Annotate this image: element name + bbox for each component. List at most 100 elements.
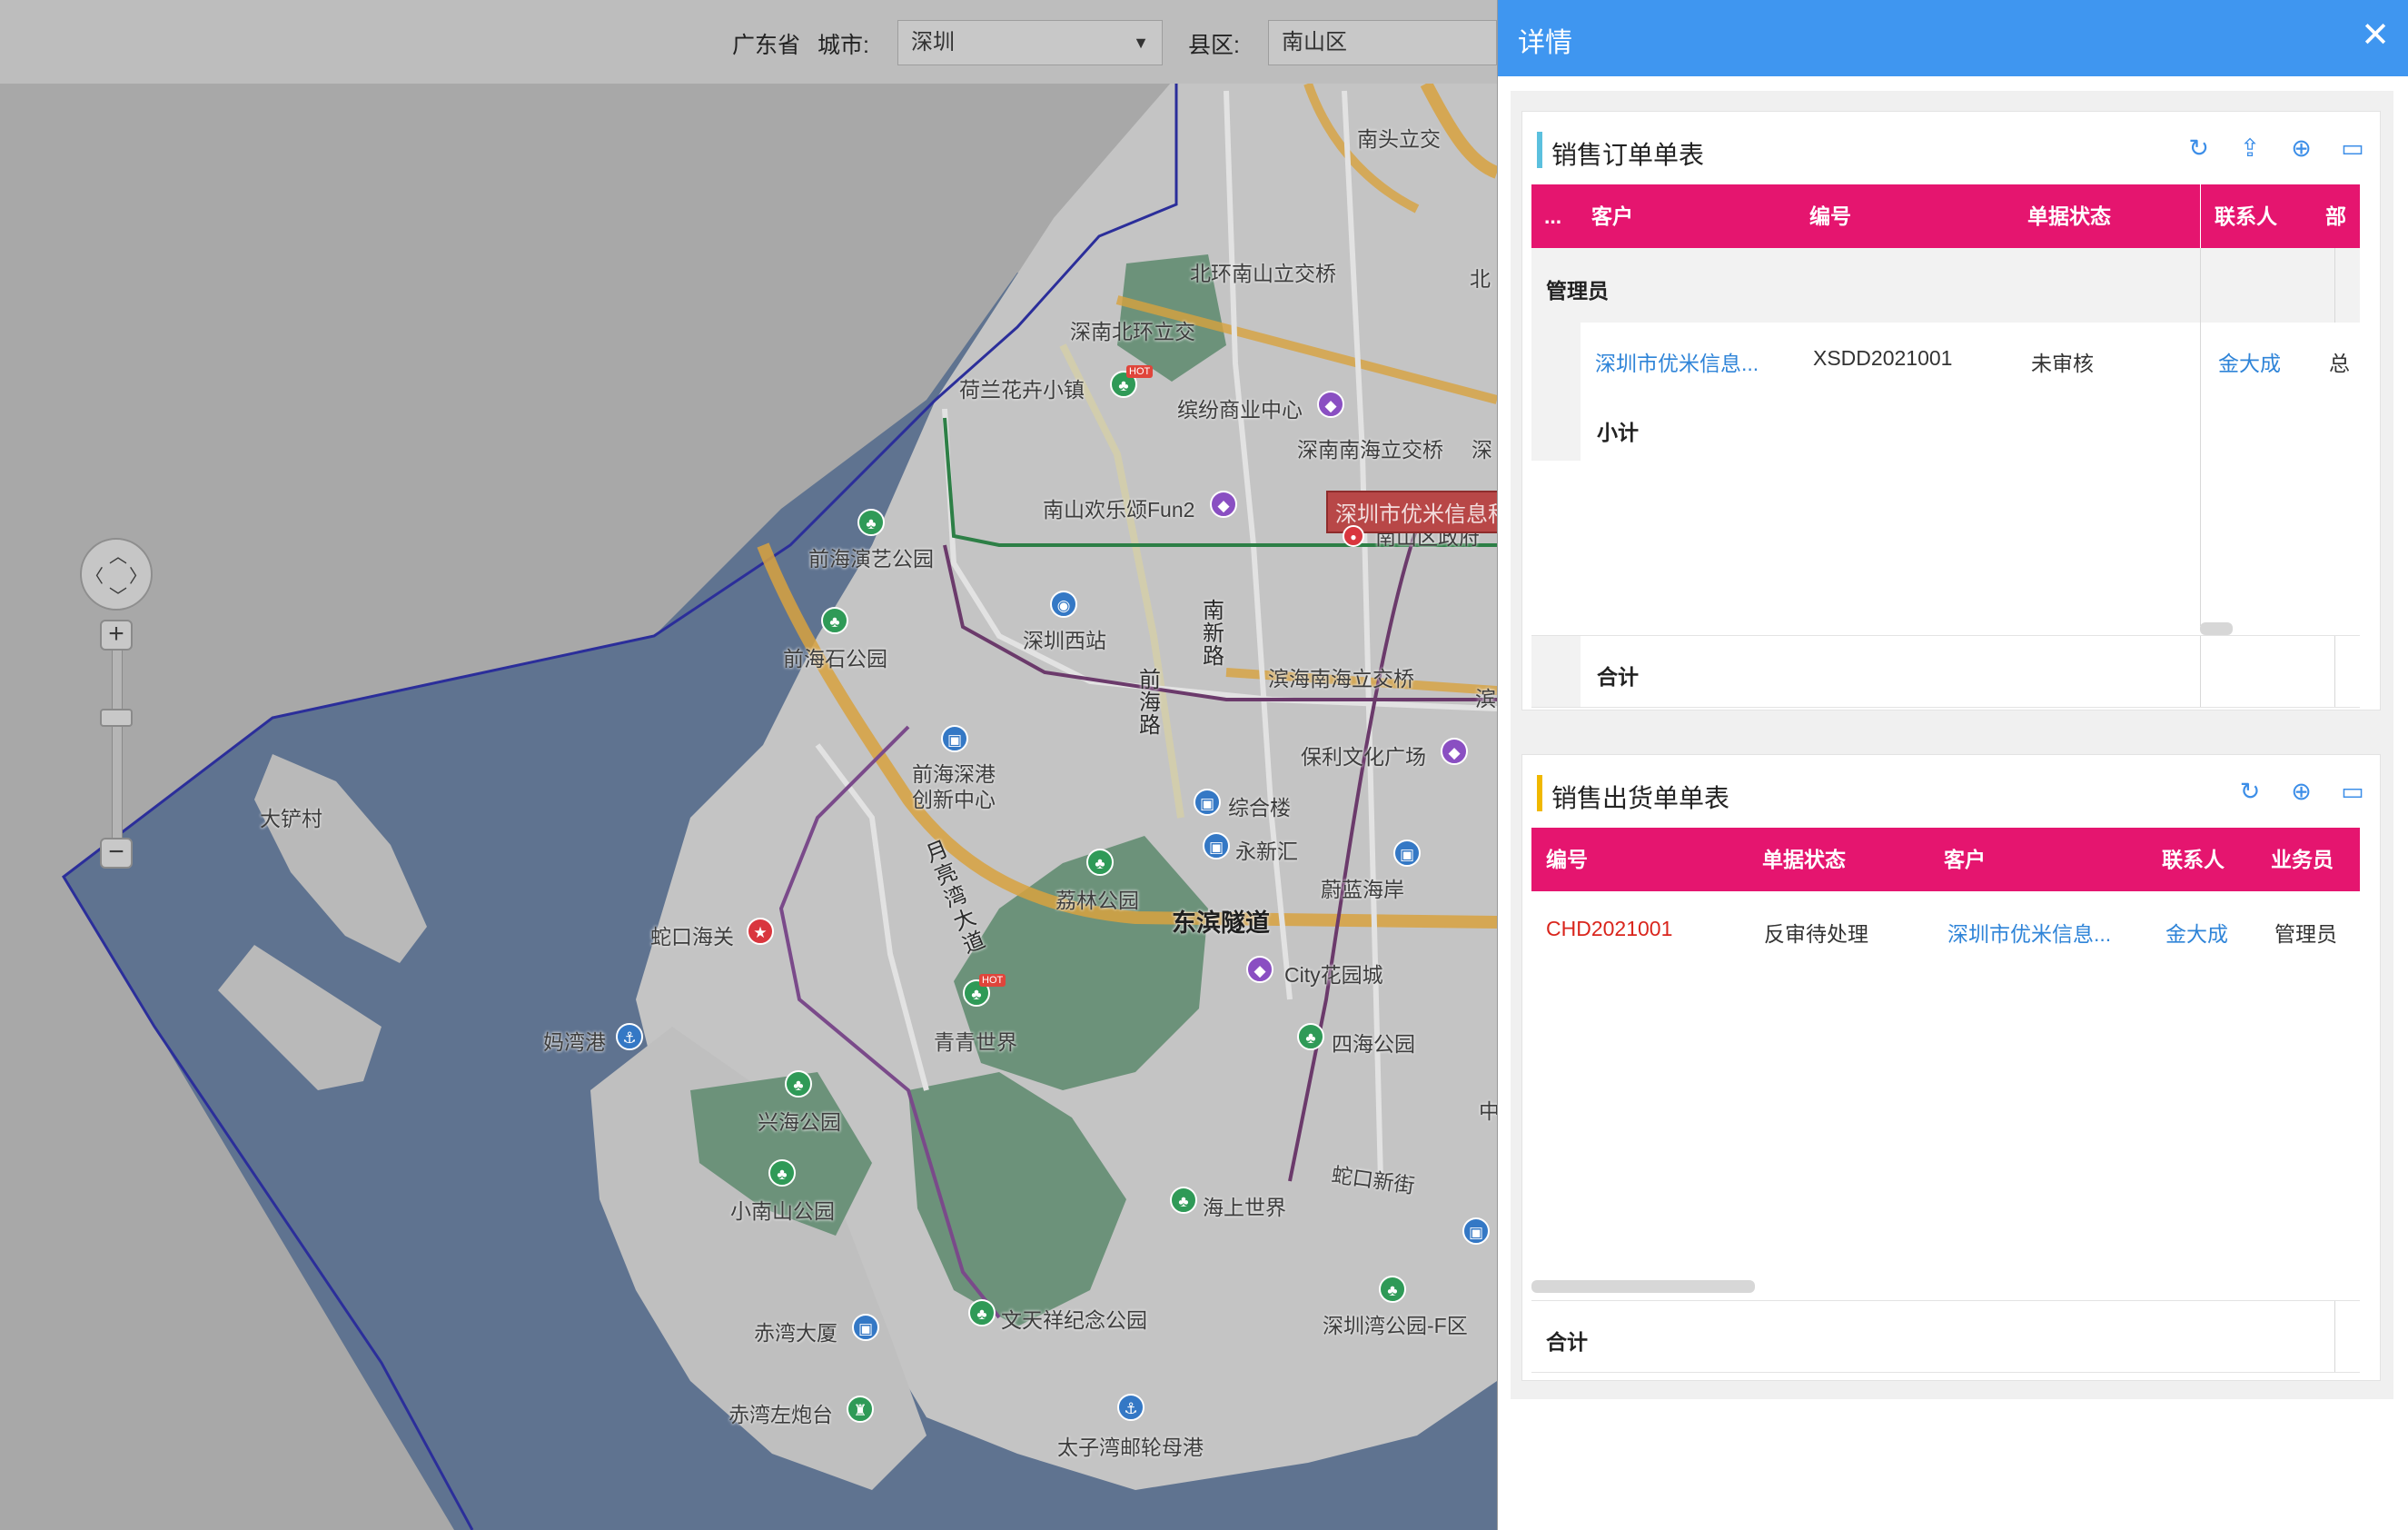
card-accent-bar (1537, 132, 1542, 168)
zoom-slider-handle[interactable] (100, 709, 133, 727)
customs-marker-icon[interactable]: ★ (747, 918, 774, 945)
shopping-marker-icon[interactable]: ◆ (1317, 391, 1344, 418)
column-header-status[interactable]: 单据状态 (2027, 184, 2111, 248)
map-pan-control[interactable]: ︿ ﹀ 〈 〉 (80, 538, 153, 611)
maximize-icon[interactable]: ▭ (2334, 775, 2371, 808)
port-marker-icon[interactable]: ⚓ (616, 1023, 643, 1050)
map-label: 深南北环立交 (1070, 320, 1195, 343)
park-marker-icon[interactable]: ♣ (768, 1159, 796, 1187)
map-label: 蔚蓝海岸 (1321, 878, 1404, 901)
map-label: 海上世界 (1203, 1196, 1286, 1219)
park-marker-icon[interactable]: ♣ (821, 607, 848, 634)
sales-delivery-title: 销售出货单单表 (1551, 784, 1730, 812)
shopping-marker-icon[interactable]: ◆ (1210, 491, 1237, 518)
shopping-marker-icon[interactable]: ◆ (1246, 956, 1273, 983)
park-marker-icon[interactable]: ♣ (1379, 1276, 1406, 1303)
zoom-slider-track[interactable] (112, 627, 123, 856)
pan-down-icon[interactable]: ﹀ (109, 581, 127, 608)
district-select[interactable]: 南山区 (1268, 20, 1497, 65)
port-marker-icon[interactable]: ⚓ (1117, 1394, 1145, 1421)
add-icon[interactable]: ⊕ (2284, 775, 2320, 808)
subtotal-label: 小计 (1597, 421, 1639, 444)
map-area[interactable]: 广东省 城市: 深圳 ▼ 县区: 南山区 ︿ ﹀ 〈 〉 + − ♣ HOT ◆… (0, 0, 1497, 1530)
maximize-icon[interactable]: ▭ (2334, 132, 2371, 164)
column-header-number[interactable]: 编号 (1809, 184, 1851, 248)
pan-right-icon[interactable]: 〉 (129, 561, 147, 588)
park-marker-icon[interactable]: ♣ (968, 1299, 996, 1326)
building-marker-icon[interactable]: ▣ (1203, 832, 1230, 859)
map-label: 北 (1470, 267, 1491, 291)
column-header-customer[interactable]: 客户 (1944, 828, 1986, 891)
card-header: 销售订单单表 ↻ ⇪ ⊕ ▭ (1522, 112, 2380, 179)
card-toolbar: ↻ ⊕ ▭ (2221, 775, 2371, 808)
card-header: 销售出货单单表 ↻ ⊕ ▭ (1522, 755, 2380, 822)
contact-link[interactable]: 金大成 (2165, 917, 2228, 948)
zoom-out-button[interactable]: − (100, 838, 133, 869)
horizontal-scrollbar-thumb[interactable] (2200, 622, 2233, 635)
scenic-marker-icon[interactable]: ♜ (847, 1396, 874, 1423)
close-icon[interactable]: ✕ (2361, 15, 2390, 55)
pan-left-icon[interactable]: 〈 (85, 561, 104, 588)
column-header-contact[interactable]: 联系人 (2215, 184, 2277, 248)
map-label: 综合楼 (1228, 796, 1291, 820)
map-label: 荔林公园 (1055, 889, 1139, 912)
map-label: 青青世界 (934, 1030, 1017, 1054)
column-header-customer[interactable]: 客户 (1591, 184, 1633, 248)
location-pin-icon[interactable]: ● (1343, 525, 1364, 547)
park-marker-icon[interactable]: ♣ (1086, 849, 1114, 876)
hot-badge: HOT (1126, 365, 1154, 378)
park-marker-icon[interactable]: ♣ (1297, 1023, 1324, 1050)
sales-order-title: 销售订单单表 (1551, 141, 1705, 169)
customer-link[interactable]: 深圳市优米信息... (1947, 917, 2111, 948)
map-label: City花园城 (1284, 963, 1383, 987)
district-select-value: 南山区 (1282, 30, 1347, 55)
shopping-marker-icon[interactable]: ◆ (1441, 738, 1468, 765)
map-canvas[interactable] (0, 0, 1497, 1530)
map-label: 缤纷商业中心 (1177, 398, 1303, 422)
upload-icon[interactable]: ⇪ (2232, 132, 2268, 164)
city-select[interactable]: 深圳 ▼ (897, 20, 1163, 65)
card-toolbar: ↻ ⇪ ⊕ ▭ (2170, 132, 2371, 164)
dropdown-arrow-icon: ▼ (1133, 34, 1149, 52)
map-label: 深 (1472, 438, 1492, 462)
map-label: 荷兰花卉小镇 (959, 378, 1085, 402)
building-marker-icon[interactable]: ▣ (941, 725, 968, 752)
column-header-status[interactable]: 单据状态 (1762, 828, 1846, 891)
column-header-dept[interactable]: 部 (2325, 184, 2346, 248)
panel-body: 销售订单单表 ↻ ⇪ ⊕ ▭ ... 客户 编号 单据状态 联系人 部 管理员 … (1511, 91, 2393, 1399)
station-marker-icon[interactable]: ◉ (1050, 591, 1077, 618)
park-marker-icon[interactable]: ♣ (857, 509, 885, 536)
zoom-in-button[interactable]: + (100, 620, 133, 651)
map-label: 深圳西站 (1023, 629, 1106, 652)
column-header-divider (2200, 184, 2201, 248)
column-header-contact[interactable]: 联系人 (2162, 828, 2225, 891)
map-label: 赤湾大厦 (754, 1321, 837, 1345)
table-row[interactable]: CHD2021001 反审待处理 深圳市优米信息... 金大成 管理员 (1531, 891, 2360, 964)
column-header-number[interactable]: 编号 (1546, 828, 1588, 891)
refresh-icon[interactable]: ↻ (2232, 775, 2268, 808)
horizontal-scrollbar-thumb[interactable] (1531, 1280, 1755, 1293)
building-marker-icon[interactable]: ▣ (1393, 840, 1421, 867)
column-divider (2334, 248, 2335, 323)
region-filter-bar: 广东省 城市: 深圳 ▼ 县区: 南山区 (0, 0, 1497, 84)
building-marker-icon[interactable]: ▣ (852, 1314, 879, 1341)
group-row[interactable]: 管理员 (1531, 248, 2360, 323)
pan-up-icon[interactable]: ︿ (109, 541, 127, 568)
delivery-number[interactable]: CHD2021001 (1546, 917, 1672, 941)
map-label: 大铲村 (260, 807, 322, 830)
column-header-salesman[interactable]: 业务员 (2271, 828, 2334, 891)
contact-link[interactable]: 金大成 (2218, 346, 2281, 377)
add-icon[interactable]: ⊕ (2284, 132, 2320, 164)
building-marker-icon[interactable]: ▣ (1194, 789, 1221, 816)
frozen-column-divider (2200, 248, 2201, 626)
building-marker-icon[interactable]: ▣ (1462, 1217, 1490, 1245)
park-marker-icon[interactable]: ♣ (785, 1070, 812, 1098)
park-marker-icon[interactable]: ♣ (1170, 1187, 1197, 1214)
total-label: 合计 (1597, 665, 1639, 689)
refresh-icon[interactable]: ↻ (2181, 132, 2217, 164)
map-label: 深圳湾公园-F区 (1323, 1314, 1468, 1337)
column-header[interactable]: ... (1544, 184, 1561, 248)
total-row-gutter (1531, 636, 1581, 707)
customer-link[interactable]: 深圳市优米信息... (1595, 346, 1759, 377)
hot-badge: HOT (979, 974, 1006, 987)
